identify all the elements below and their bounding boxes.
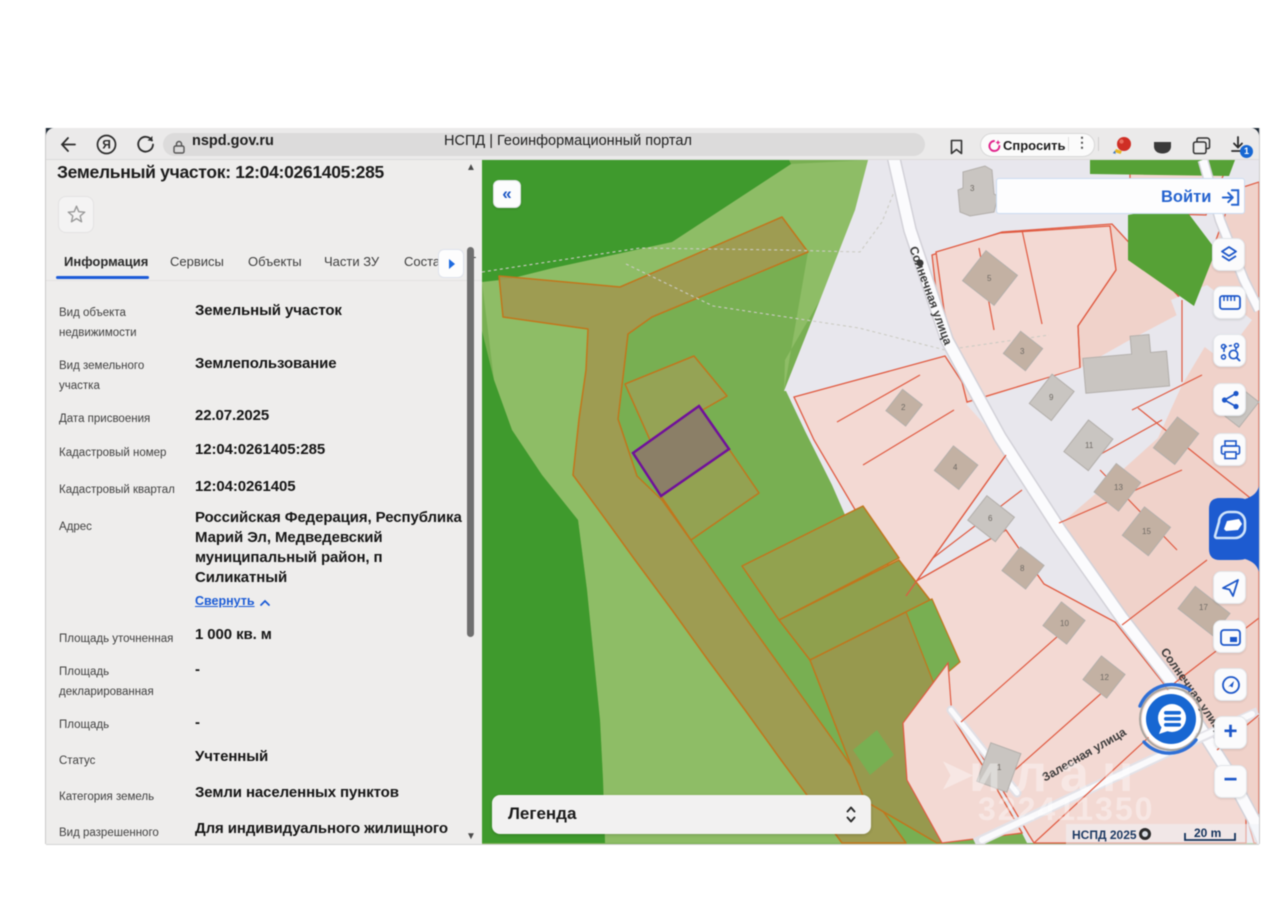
svg-text:5: 5 bbox=[987, 274, 992, 283]
svg-text:Я: Я bbox=[102, 138, 111, 152]
svg-text:3: 3 bbox=[970, 184, 975, 193]
svg-text:4: 4 bbox=[953, 463, 958, 472]
svg-text:6: 6 bbox=[988, 514, 993, 523]
svg-text:8: 8 bbox=[1020, 564, 1025, 573]
svg-text:10: 10 bbox=[1060, 619, 1069, 628]
svg-text:15: 15 bbox=[1142, 527, 1151, 536]
svg-text:17: 17 bbox=[1199, 603, 1208, 612]
svg-text:9: 9 bbox=[1049, 393, 1054, 402]
svg-text:3: 3 bbox=[1020, 347, 1025, 356]
svg-text:11: 11 bbox=[1085, 441, 1094, 450]
svg-text:12: 12 bbox=[1100, 673, 1109, 682]
svg-text:2: 2 bbox=[901, 403, 906, 412]
svg-text:13: 13 bbox=[1114, 483, 1123, 492]
